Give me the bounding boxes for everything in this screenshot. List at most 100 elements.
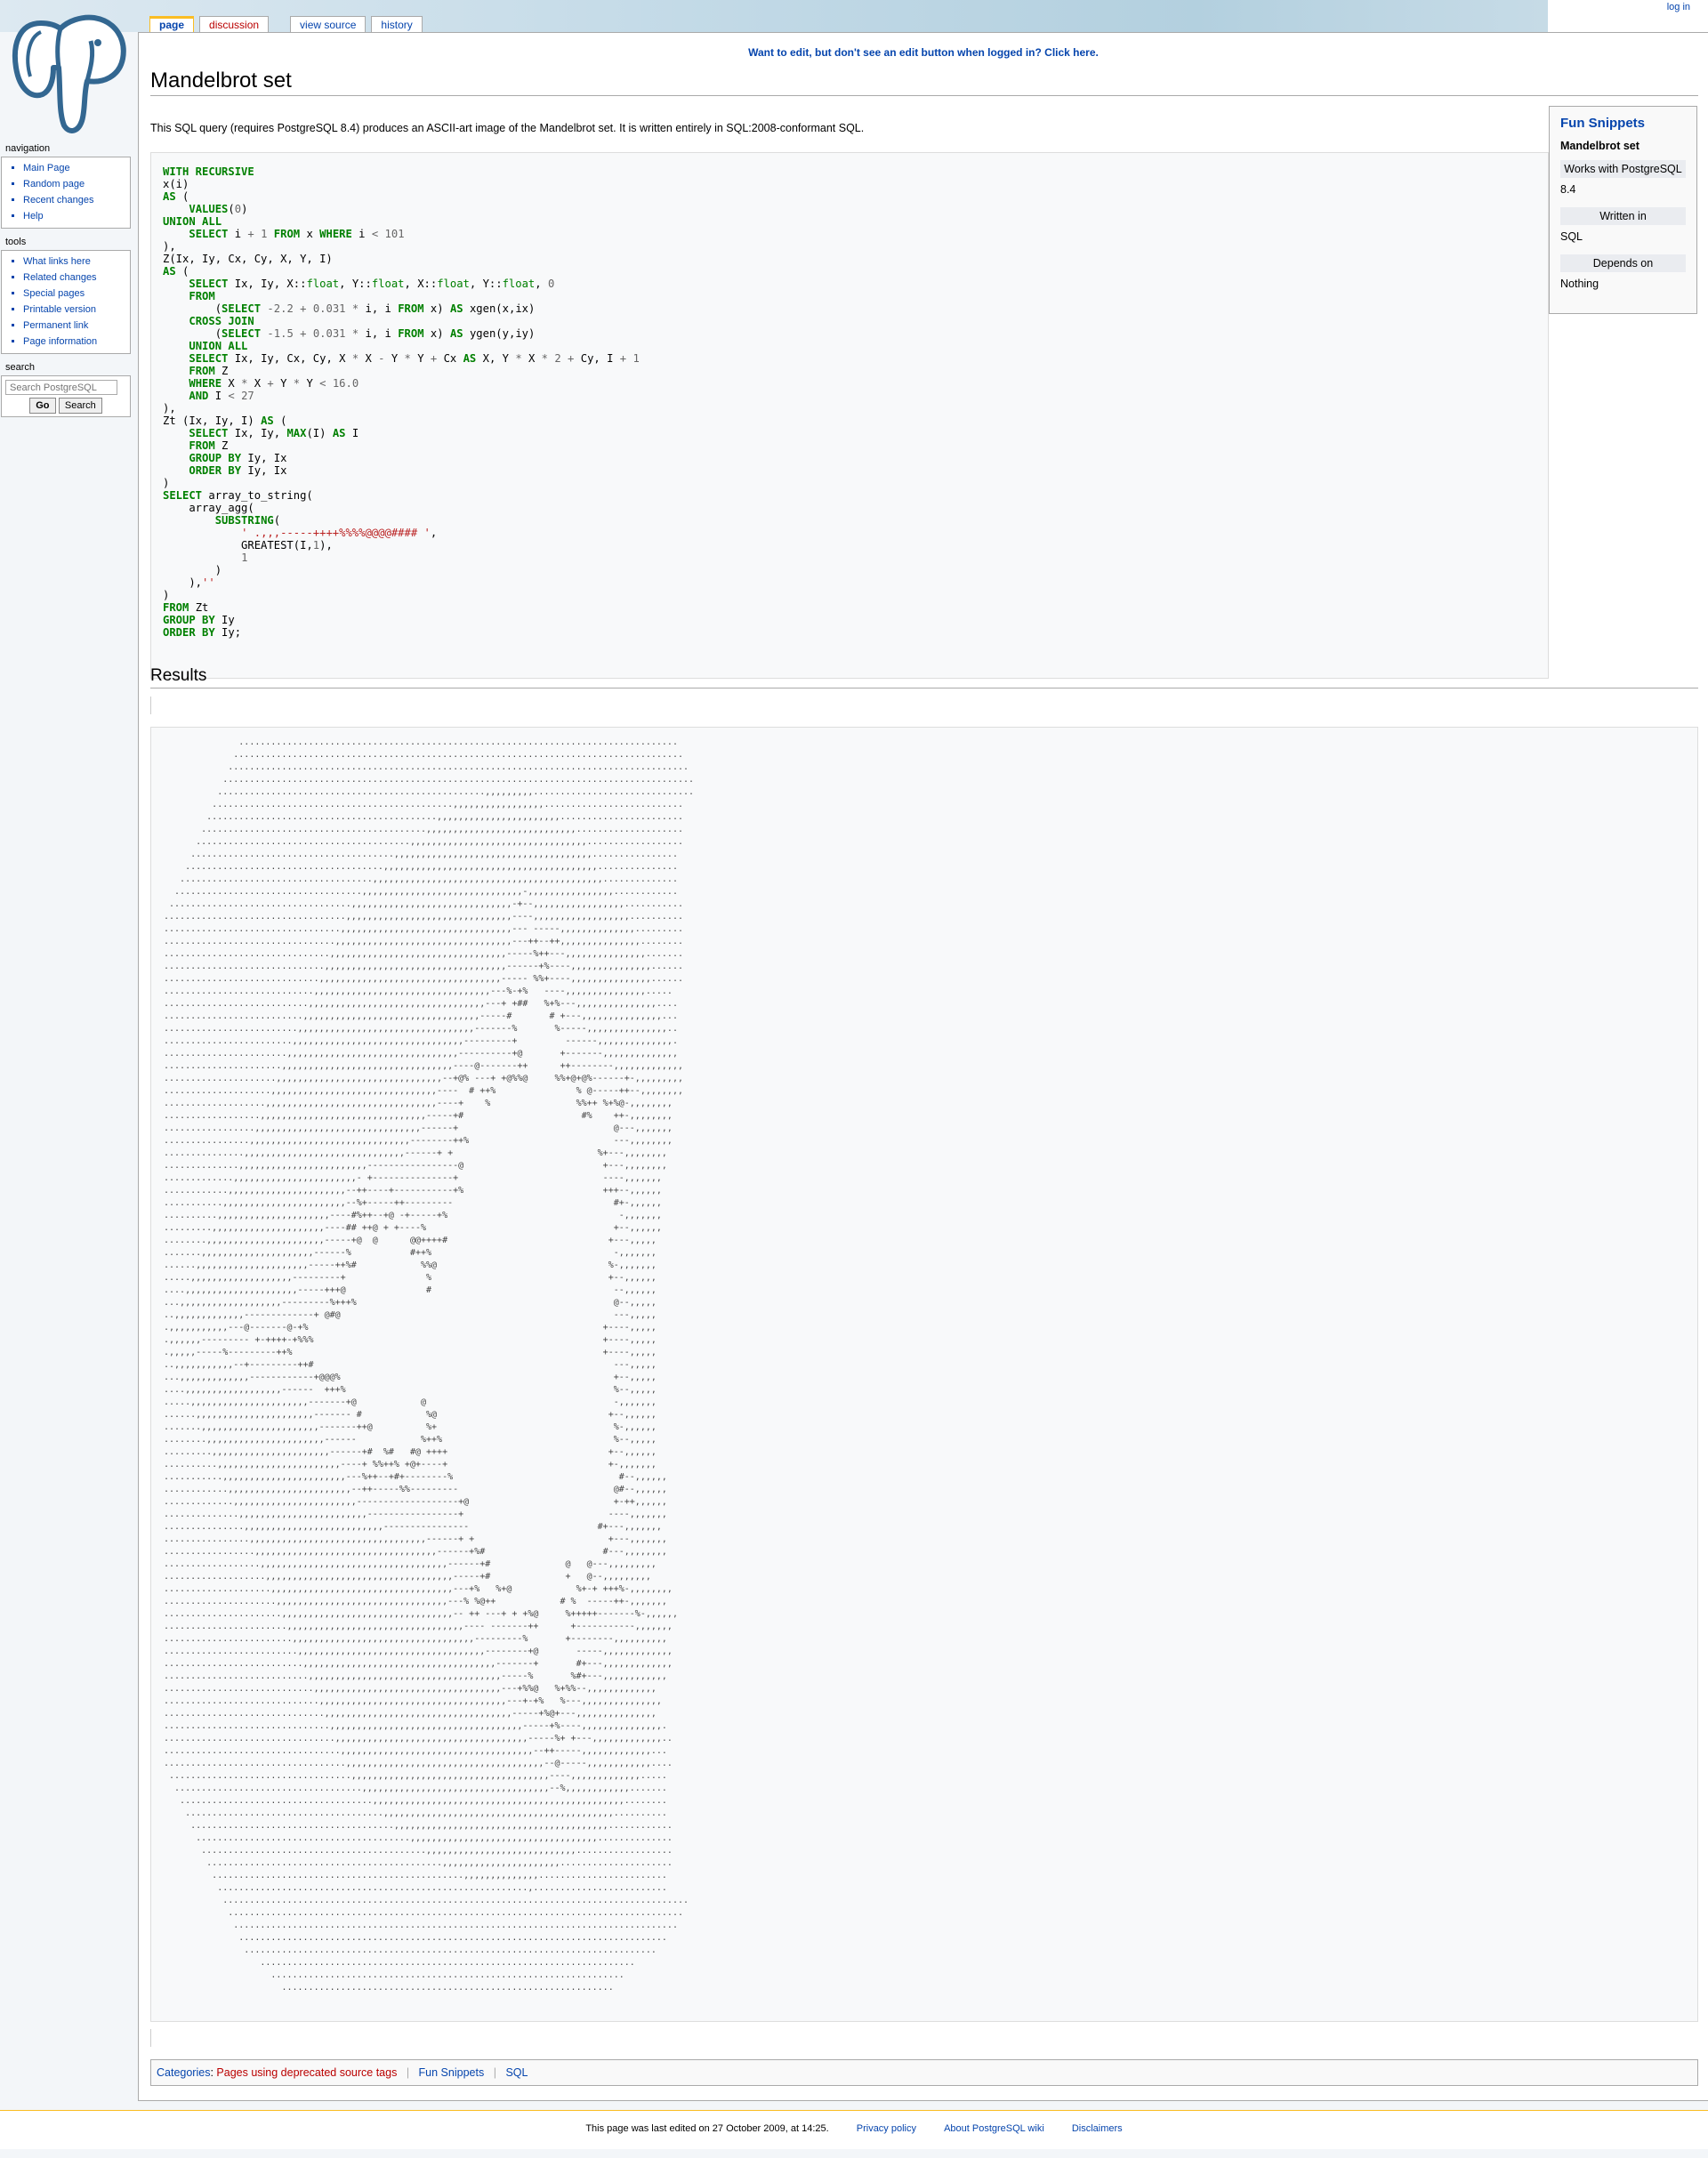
category-fun-snippets[interactable]: Fun Snippets <box>419 2066 485 2079</box>
sidebar-link[interactable]: What links here <box>23 256 91 267</box>
code-token: Z <box>214 365 229 377</box>
tools-list: What links here Related changes Special pa… <box>7 254 125 350</box>
tab-view-source[interactable]: view source <box>290 16 367 32</box>
code-token: Y <box>410 352 431 365</box>
code-token: ) <box>241 203 248 215</box>
code-token: x) <box>423 327 450 340</box>
sidebar-link[interactable]: Special pages <box>23 288 85 299</box>
sidebar-item-special-pages[interactable]: Special pages <box>23 286 125 302</box>
sidebar-link[interactable]: Related changes <box>23 272 97 283</box>
code-token: * <box>541 352 549 365</box>
code-token: 27 <box>241 390 254 402</box>
code-token: x(i) <box>163 178 189 190</box>
code-token: 1 <box>312 539 320 552</box>
code-token: AS <box>163 190 176 203</box>
sidebar-item-related-changes[interactable]: Related changes <box>23 270 125 286</box>
code-token: , <box>535 278 548 290</box>
code-token: X <box>359 352 379 365</box>
code-line: WHERE X * X + Y * Y < 16.0 <box>163 377 1536 390</box>
tab-view-source-link[interactable]: view source <box>300 19 356 31</box>
code-token: , X:: <box>404 278 438 290</box>
sidebar: navigation Main Page Random page Recent ch… <box>0 141 132 423</box>
code-token: - <box>267 327 274 340</box>
categories-label[interactable]: Categories <box>157 2066 210 2079</box>
code-token: I <box>345 427 359 439</box>
site-notice-link[interactable]: Want to edit, but don't see an edit butt… <box>748 46 1099 59</box>
tab-page[interactable]: page <box>149 16 195 32</box>
code-token: ( <box>163 327 222 340</box>
sidebar-link[interactable]: Recent changes <box>23 195 94 205</box>
category-sql[interactable]: SQL <box>505 2066 528 2079</box>
postgresql-elephant-logo[interactable] <box>5 5 139 139</box>
disclaimers-link[interactable]: Disclaimers <box>1072 2123 1123 2134</box>
code-token: , Y:: <box>339 278 372 290</box>
tab-history-link[interactable]: history <box>381 19 412 31</box>
sidebar-link[interactable]: Permanent link <box>23 320 88 331</box>
privacy-policy-link[interactable]: Privacy policy <box>857 2123 916 2134</box>
search-input[interactable] <box>5 380 117 395</box>
code-token: WHERE <box>319 228 352 240</box>
code-token: Iy; <box>214 626 242 639</box>
sidebar-link[interactable]: Main Page <box>23 163 70 173</box>
tab-history[interactable]: history <box>371 16 423 32</box>
tab-page-link[interactable]: page <box>159 19 184 31</box>
elephant-logo-icon <box>12 14 126 133</box>
code-token: * <box>515 352 522 365</box>
login-link[interactable]: log in <box>1667 2 1690 12</box>
code-line: SELECT array_to_string( <box>163 489 1536 502</box>
code-token: SUBSTRING <box>214 514 274 527</box>
code-token: ), <box>163 240 176 253</box>
category-deprecated-source-tags[interactable]: Pages using deprecated source tags <box>216 2066 397 2079</box>
go-button[interactable]: Go <box>29 398 56 414</box>
sidebar-item-help[interactable]: Help <box>23 208 125 224</box>
sidebar-item-recent-changes[interactable]: Recent changes <box>23 192 125 208</box>
sidebar-link[interactable]: Printable version <box>23 304 96 315</box>
code-line: SELECT Ix, Iy, MAX(I) AS I <box>163 427 1536 439</box>
sidebar-link[interactable]: Random page <box>23 179 85 189</box>
sidebar-item-random-page[interactable]: Random page <box>23 176 125 192</box>
code-token: i <box>228 228 248 240</box>
sidebar-item-permanent-link[interactable]: Permanent link <box>23 318 125 334</box>
search-button[interactable]: Search <box>58 398 102 414</box>
sidebar-item-what-links-here[interactable]: What links here <box>23 254 125 270</box>
sidebar-item-main-page[interactable]: Main Page <box>23 160 125 176</box>
code-token: ) <box>163 564 222 576</box>
code-line: SELECT Ix, Iy, Cx, Cy, X * X - Y * Y + C… <box>163 352 1536 365</box>
code-token: AS <box>332 427 346 439</box>
about-wiki-link[interactable]: About PostgreSQL wiki <box>944 2123 1044 2134</box>
infobox-header-written-in: Written in <box>1560 207 1686 225</box>
infobox-title[interactable]: Fun Snippets <box>1560 116 1686 131</box>
sidebar-link[interactable]: Page information <box>23 336 97 347</box>
code-line: GROUP BY Iy, Ix <box>163 452 1536 464</box>
code-token: - <box>267 302 274 315</box>
sidebar-link[interactable]: Help <box>23 211 44 221</box>
code-token: ( <box>163 302 222 315</box>
code-token: xgen(x,ix) <box>463 302 536 315</box>
code-token: Z <box>214 439 229 452</box>
code-token: FROM <box>189 439 215 452</box>
code-token: GROUP BY <box>189 452 242 464</box>
search-portlet: search Go Search <box>0 359 132 417</box>
code-token: '' <box>202 576 215 589</box>
code-token: UNION ALL <box>163 215 222 228</box>
sidebar-item-page-information[interactable]: Page information <box>23 334 125 350</box>
footer: This page was last edited on 27 October … <box>0 2110 1708 2149</box>
code-token: FROM <box>189 290 215 302</box>
tab-discussion-link[interactable]: discussion <box>209 19 259 31</box>
code-line: x(i) <box>163 178 1536 190</box>
code-token: + <box>247 228 254 240</box>
sidebar-item-printable-version[interactable]: Printable version <box>23 302 125 318</box>
code-line: 1 <box>163 552 1536 564</box>
tab-discussion[interactable]: discussion <box>199 16 270 32</box>
code-token: * <box>404 352 411 365</box>
code-line: ) <box>163 564 1536 576</box>
code-token: ) <box>163 477 170 489</box>
